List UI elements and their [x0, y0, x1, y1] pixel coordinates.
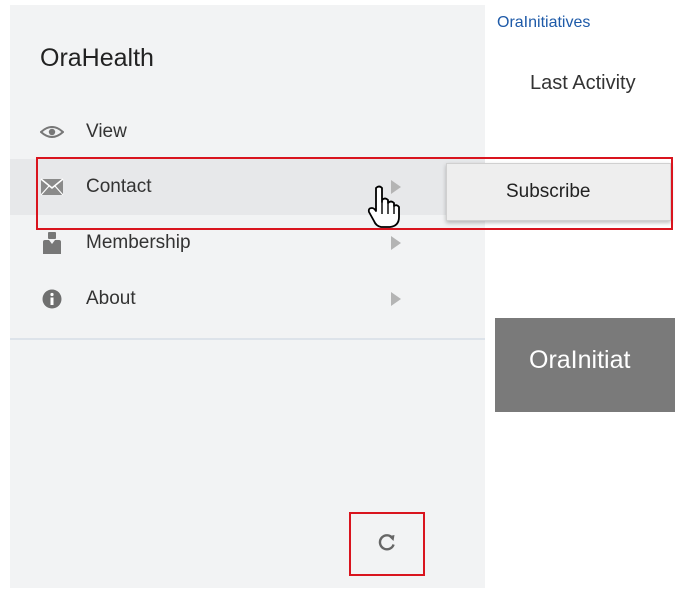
- breadcrumb-link[interactable]: OraInitiatives: [497, 14, 590, 32]
- menu-item-label: Membership: [86, 232, 191, 253]
- chevron-right-icon: [391, 236, 401, 250]
- refresh-button[interactable]: [349, 512, 425, 576]
- menu-item-label: Contact: [86, 176, 152, 197]
- banner-title: OraInitiat: [529, 346, 631, 374]
- hand-cursor-icon: [366, 184, 402, 230]
- menu-item-label: View: [86, 121, 127, 142]
- refresh-icon: [377, 532, 397, 557]
- menu-item-label: About: [86, 288, 136, 309]
- menu-item-contact[interactable]: Contact: [10, 159, 485, 215]
- menu-item-membership[interactable]: Membership: [10, 215, 485, 271]
- app-title: OraHealth: [40, 44, 154, 72]
- content-banner: OraInitiat: [495, 318, 675, 412]
- submenu-popup: Subscribe: [446, 163, 671, 221]
- menu-item-view[interactable]: View: [10, 104, 485, 160]
- eye-icon: [40, 122, 64, 142]
- person-icon: [40, 232, 64, 254]
- envelope-icon: [40, 177, 64, 197]
- submenu-item-subscribe[interactable]: Subscribe: [506, 181, 591, 203]
- main-content: OraInitiatives Last Activity OraInitiat: [495, 0, 675, 590]
- menu-divider: [10, 338, 485, 340]
- info-icon: [40, 289, 64, 309]
- menu-item-about[interactable]: About: [10, 271, 485, 327]
- last-activity-label: Last Activity: [530, 72, 636, 94]
- chevron-right-icon: [391, 292, 401, 306]
